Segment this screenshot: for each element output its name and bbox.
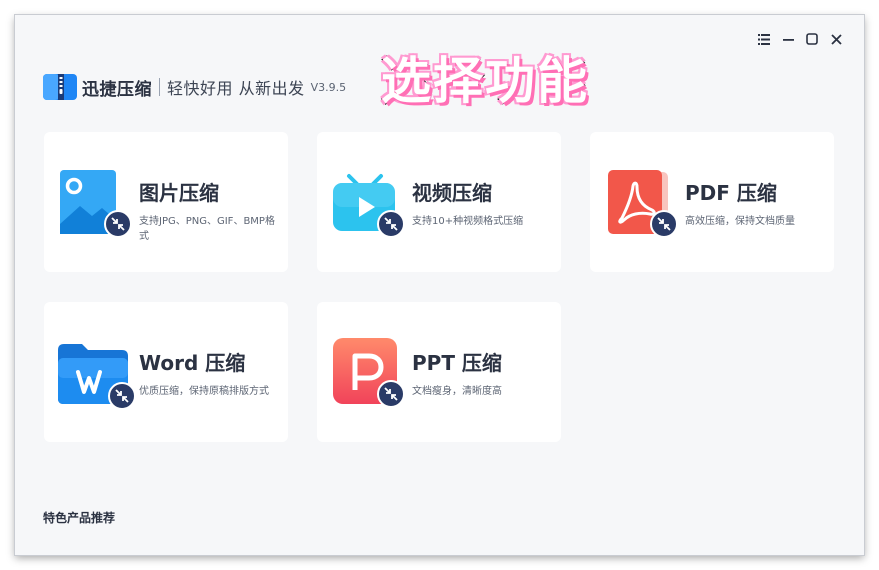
card-title: 视频压缩 <box>412 181 492 205</box>
word-icon <box>58 344 134 408</box>
card-ppt-compress[interactable]: PPT 压缩 文档瘦身，清晰度高 <box>317 302 561 442</box>
card-title: Word 压缩 <box>139 351 246 375</box>
pdf-icon <box>608 170 678 238</box>
app-version: V3.9.5 <box>310 80 347 94</box>
image-icon <box>60 170 132 238</box>
window-controls <box>752 31 848 47</box>
card-description: 支持10+种视频格式压缩 <box>412 216 524 227</box>
maximize-icon <box>806 33 818 45</box>
ppt-icon <box>333 338 405 408</box>
close-icon <box>830 33 842 45</box>
app-logo-icon <box>43 74 77 100</box>
brand-header: 迅捷压缩 轻快好用 从新出发 V3.9.5 <box>43 71 346 103</box>
app-name: 迅捷压缩 <box>82 79 152 100</box>
card-video-compress[interactable]: 视频压缩 支持10+种视频格式压缩 <box>317 132 561 272</box>
card-image-compress[interactable]: 图片压缩 支持JPG、PNG、GIF、BMP格式 <box>44 132 288 272</box>
maximize-button[interactable] <box>800 31 824 47</box>
video-icon <box>333 174 405 238</box>
card-pdf-compress[interactable]: PDF 压缩 高效压缩，保持文档质量 <box>590 132 834 272</box>
header-divider <box>159 78 160 96</box>
minimize-icon <box>782 38 794 41</box>
minimize-button[interactable] <box>776 31 800 47</box>
card-word-compress[interactable]: Word 压缩 优质压缩，保持原稿排版方式 <box>44 302 288 442</box>
card-title: PPT 压缩 <box>412 351 502 375</box>
app-slogan: 轻快好用 从新出发 <box>167 79 305 98</box>
card-title: PDF 压缩 <box>685 181 777 205</box>
menu-button[interactable] <box>752 31 776 47</box>
card-description: 支持JPG、PNG、GIF、BMP格式 <box>139 216 275 242</box>
card-description: 高效压缩，保持文档质量 <box>685 216 795 227</box>
featured-products-title: 特色产品推荐 <box>43 511 116 525</box>
menu-icon <box>758 33 770 45</box>
card-description: 文档瘦身，清晰度高 <box>412 386 502 397</box>
app-window: 迅捷压缩 轻快好用 从新出发 V3.9.5 选择功能 图片压缩 支持JPG、PN… <box>15 15 864 555</box>
banner-title: 选择功能 <box>380 51 589 111</box>
card-description: 优质压缩，保持原稿排版方式 <box>139 386 269 397</box>
card-title: 图片压缩 <box>139 181 219 205</box>
close-button[interactable] <box>824 31 848 47</box>
